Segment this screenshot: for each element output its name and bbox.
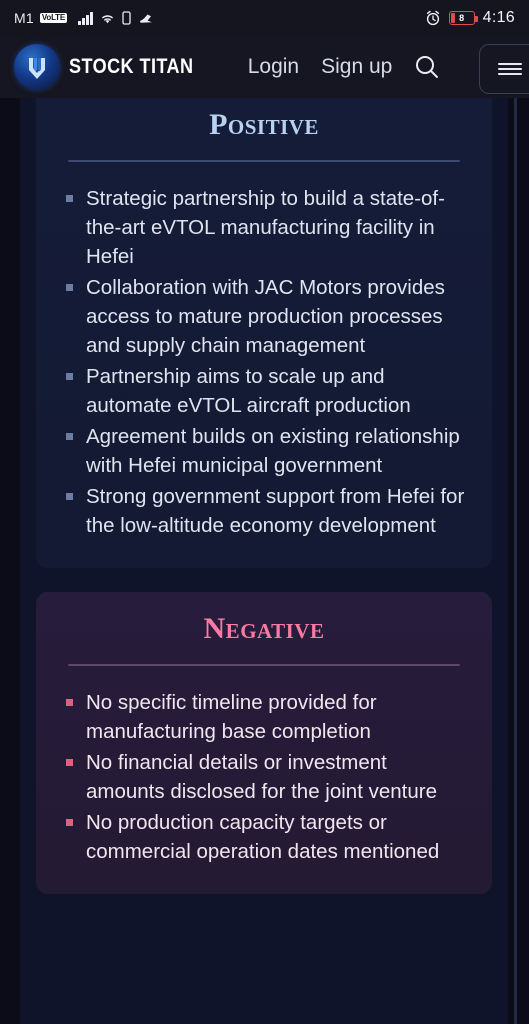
list-item: Strategic partnership to build a state-o… (62, 184, 466, 271)
status-bar: M1 VoLTE 8 4:16 (0, 0, 529, 36)
positive-card: Positive Strategic partnership to build … (36, 98, 492, 568)
status-icons (78, 11, 154, 25)
search-icon[interactable] (412, 52, 442, 82)
vertical-scrollbar[interactable] (514, 98, 517, 1024)
positive-divider (68, 160, 460, 162)
positive-bullet-list: Strategic partnership to build a state-o… (62, 184, 466, 540)
list-item: Collaboration with JAC Motors provides a… (62, 273, 466, 360)
list-item: Partnership aims to scale up and automat… (62, 362, 466, 420)
signup-link[interactable]: Sign up (321, 55, 392, 79)
wifi-icon (100, 12, 115, 25)
negative-card: Negative No specific timeline provided f… (36, 592, 492, 894)
status-bar-left: M1 VoLTE (14, 10, 154, 26)
list-item: Agreement builds on existing relationshi… (62, 422, 466, 480)
positive-card-title: Positive (209, 108, 319, 141)
header-nav: Login Sign up (248, 55, 393, 79)
page-body: Positive Strategic partnership to build … (0, 98, 529, 1024)
list-item: No financial details or investment amoun… (62, 748, 466, 806)
stock-titan-logo-icon (14, 44, 60, 90)
signal-bars-icon (78, 12, 93, 25)
app-header: STOCK TITAN Login Sign up (0, 36, 529, 98)
negative-card-title: Negative (203, 612, 325, 645)
list-item: No specific timeline provided for manufa… (62, 688, 466, 746)
status-bar-right: 8 4:16 (425, 0, 515, 36)
negative-divider (68, 664, 460, 666)
sim-card-icon (121, 11, 131, 25)
article-content: Positive Strategic partnership to build … (20, 98, 508, 1024)
carrier-label: M1 (14, 10, 34, 26)
list-item: Strong government support from Hefei for… (62, 482, 466, 540)
mute-vibrate-icon (138, 12, 154, 25)
battery-percent-label: 8 (459, 13, 465, 23)
battery-icon: 8 (448, 11, 478, 25)
list-item: No production capacity targets or commer… (62, 808, 466, 866)
volte-badge: VoLTE (39, 12, 68, 24)
hamburger-menu-icon[interactable] (479, 44, 529, 94)
brand-home-link[interactable]: STOCK TITAN (14, 44, 214, 90)
login-link[interactable]: Login (248, 55, 299, 79)
clock-label: 4:16 (482, 9, 515, 26)
alarm-clock-icon (425, 10, 441, 26)
brand-name-label: STOCK TITAN (69, 55, 194, 78)
negative-bullet-list: No specific timeline provided for manufa… (62, 688, 466, 866)
